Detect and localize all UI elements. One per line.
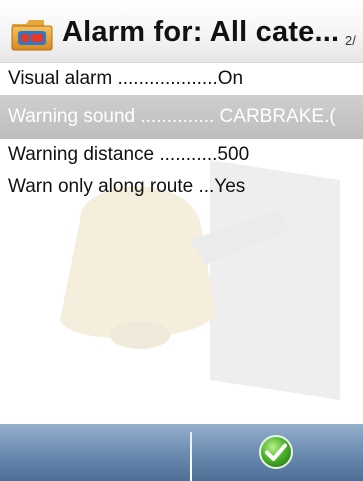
setting-label: Visual alarm ...................On — [8, 68, 244, 89]
setting-warning-sound[interactable]: Warning sound .............. CARBRAKE.( — [0, 95, 363, 139]
setting-label: Warning distance ...........500 — [8, 144, 250, 165]
left-softkey[interactable] — [0, 424, 190, 481]
page-title: Alarm for: All cate... — [62, 16, 340, 48]
setting-warn-along-route[interactable]: Warn only along route ...Yes — [0, 171, 363, 203]
alarm-settings-screen: Alarm for: All cate... 2/ Visual alarm .… — [0, 0, 363, 481]
softkey-divider — [190, 432, 192, 481]
setting-visual-alarm[interactable]: Visual alarm ...................On — [0, 63, 363, 95]
checkmark-ok-icon[interactable] — [258, 434, 294, 470]
folder-alarm-icon — [10, 18, 56, 52]
setting-label: Warn only along route ...Yes — [8, 176, 246, 197]
title-bar: Alarm for: All cate... 2/ — [0, 0, 363, 63]
settings-list: Visual alarm ...................On Warni… — [0, 63, 363, 203]
softkey-bar — [0, 424, 363, 481]
setting-warning-distance[interactable]: Warning distance ...........500 — [0, 139, 363, 171]
page-indicator: 2/ — [345, 33, 356, 48]
setting-label: Warning sound .............. CARBRAKE.( — [8, 106, 336, 127]
